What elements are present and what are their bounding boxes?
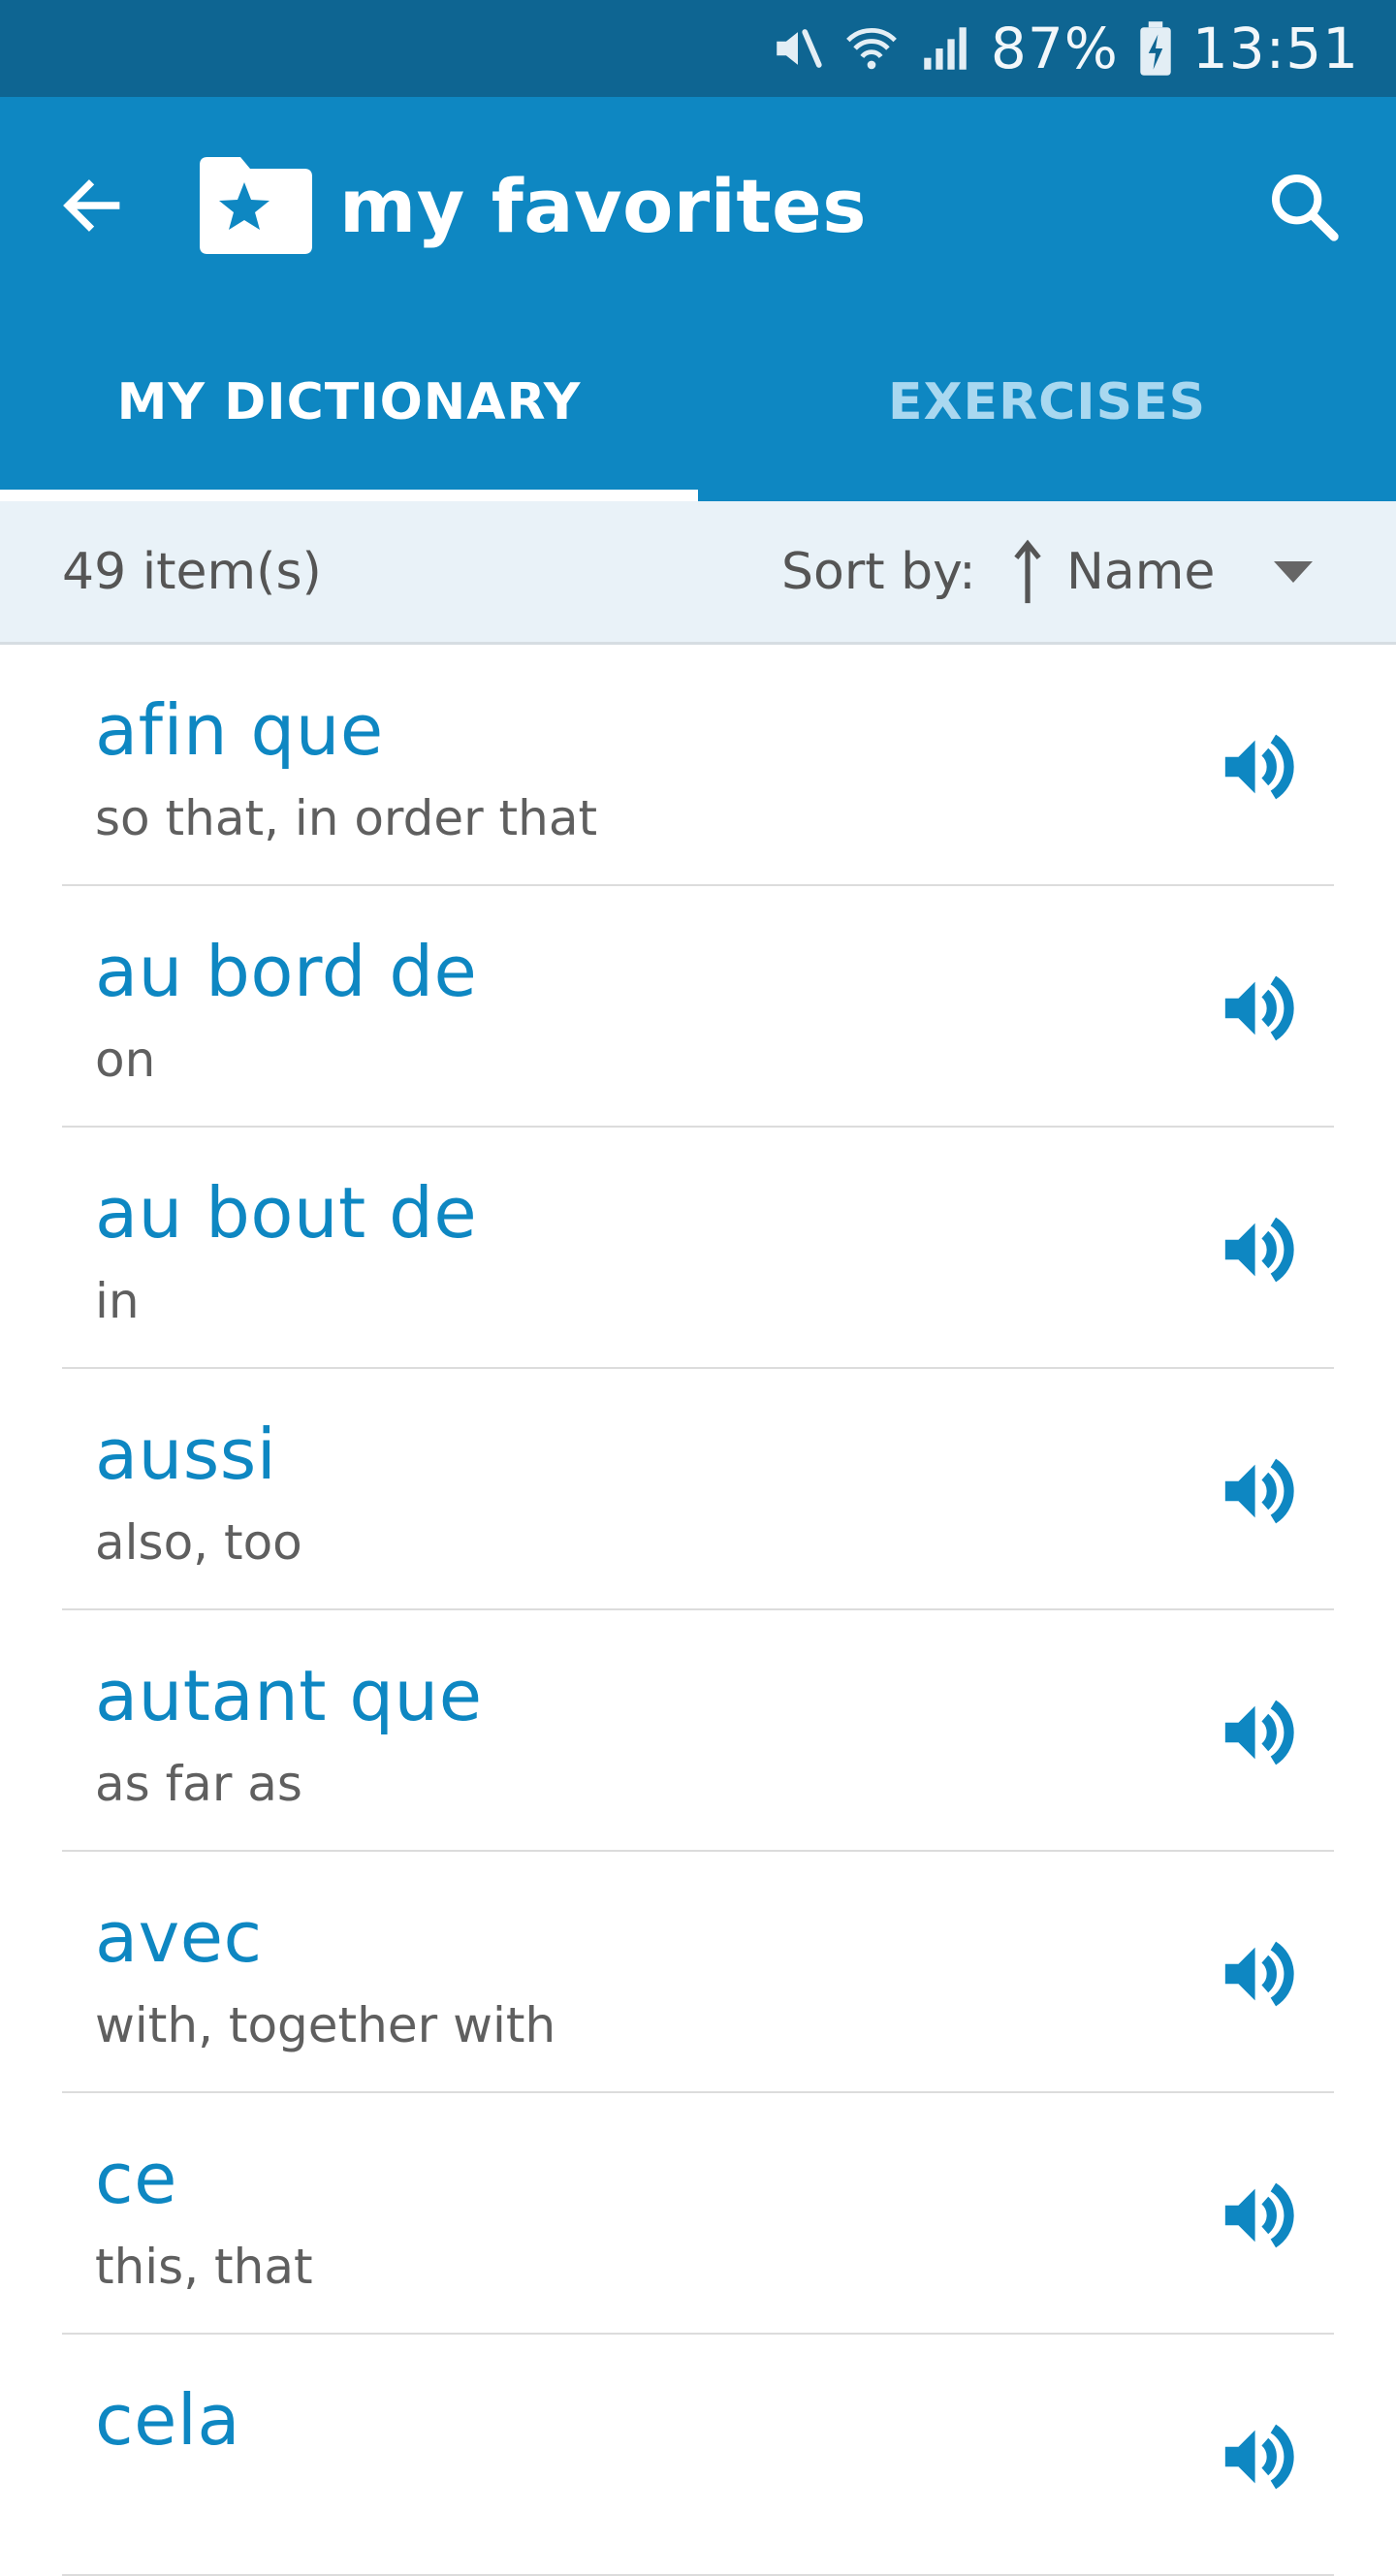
search-button[interactable] bbox=[1258, 161, 1351, 254]
speaker-button[interactable] bbox=[1212, 1445, 1305, 1538]
sort-value: Name bbox=[1066, 542, 1216, 601]
arrow-up-icon bbox=[1014, 539, 1041, 603]
speaker-button[interactable] bbox=[1212, 1686, 1305, 1779]
list-item[interactable]: aussi also, too bbox=[62, 1369, 1334, 1610]
speaker-icon bbox=[1224, 2182, 1294, 2248]
list-item[interactable]: ce this, that bbox=[62, 2093, 1334, 2335]
word-term: autant que bbox=[95, 1655, 483, 1736]
word-translation: with, together with bbox=[95, 1997, 556, 2053]
speaker-icon bbox=[1224, 1458, 1294, 1524]
word-term: au bout de bbox=[95, 1172, 478, 1254]
speaker-icon bbox=[1224, 1700, 1294, 1765]
sort-label: Sort by: bbox=[781, 542, 976, 601]
tab-my-dictionary[interactable]: MY DICTIONARY bbox=[0, 320, 698, 501]
word-translation: this, that bbox=[95, 2239, 313, 2295]
clock: 13:51 bbox=[1191, 16, 1359, 81]
app-bar: my favorites MY DICTIONARY EXERCISES bbox=[0, 97, 1396, 501]
speaker-button[interactable] bbox=[1212, 2169, 1305, 2262]
word-list: afin que so that, in order that au bord … bbox=[0, 645, 1396, 2576]
speaker-icon bbox=[1224, 2424, 1294, 2490]
list-item[interactable]: afin que so that, in order that bbox=[62, 645, 1334, 886]
speaker-icon bbox=[1224, 734, 1294, 800]
word-term: avec bbox=[95, 1896, 263, 1978]
word-term: afin que bbox=[95, 689, 384, 771]
list-item[interactable]: au bout de in bbox=[62, 1128, 1334, 1369]
toolbar: my favorites bbox=[0, 97, 1396, 320]
tab-indicator bbox=[0, 490, 698, 501]
speaker-button[interactable] bbox=[1212, 720, 1305, 813]
list-item[interactable]: avec with, together with bbox=[62, 1852, 1334, 2093]
search-icon bbox=[1272, 175, 1339, 241]
wifi-icon bbox=[843, 20, 900, 77]
word-translation: on bbox=[95, 1032, 156, 1088]
speaker-button[interactable] bbox=[1212, 1203, 1305, 1296]
word-term: cela bbox=[95, 2379, 241, 2461]
word-term: ce bbox=[95, 2138, 177, 2219]
signal-icon bbox=[917, 20, 973, 77]
back-button[interactable] bbox=[48, 162, 136, 249]
folder-star-icon bbox=[194, 155, 316, 256]
item-count: 49 item(s) bbox=[62, 542, 322, 601]
battery-charging-icon bbox=[1136, 20, 1175, 77]
word-term: aussi bbox=[95, 1414, 277, 1495]
speaker-icon bbox=[1224, 1941, 1294, 2007]
list-item[interactable]: autant que as far as bbox=[62, 1610, 1334, 1852]
word-translation: also, too bbox=[95, 1514, 302, 1571]
status-bar: 87% 13:51 bbox=[0, 0, 1396, 97]
arrow-left-icon bbox=[63, 179, 120, 232]
speaker-icon bbox=[1224, 975, 1294, 1041]
word-translation: as far as bbox=[95, 1756, 302, 1812]
tab-bar: MY DICTIONARY EXERCISES bbox=[0, 320, 1396, 501]
speaker-button[interactable] bbox=[1212, 1927, 1305, 2020]
sort-bar: 49 item(s) Sort by: Name bbox=[0, 501, 1396, 645]
caret-down-icon bbox=[1274, 560, 1313, 583]
list-item[interactable]: cela bbox=[62, 2335, 1334, 2576]
word-term: au bord de bbox=[95, 931, 478, 1012]
speaker-button[interactable] bbox=[1212, 2410, 1305, 2503]
word-translation: so that, in order that bbox=[95, 790, 598, 846]
mute-icon bbox=[770, 20, 826, 77]
word-translation: in bbox=[95, 1273, 140, 1329]
tab-exercises[interactable]: EXERCISES bbox=[698, 320, 1396, 501]
page-title: my favorites bbox=[339, 162, 867, 249]
speaker-button[interactable] bbox=[1212, 962, 1305, 1055]
battery-percent: 87% bbox=[990, 16, 1119, 81]
sort-dropdown[interactable]: Name bbox=[1008, 524, 1338, 620]
list-item[interactable]: au bord de on bbox=[62, 886, 1334, 1128]
speaker-icon bbox=[1224, 1217, 1294, 1283]
